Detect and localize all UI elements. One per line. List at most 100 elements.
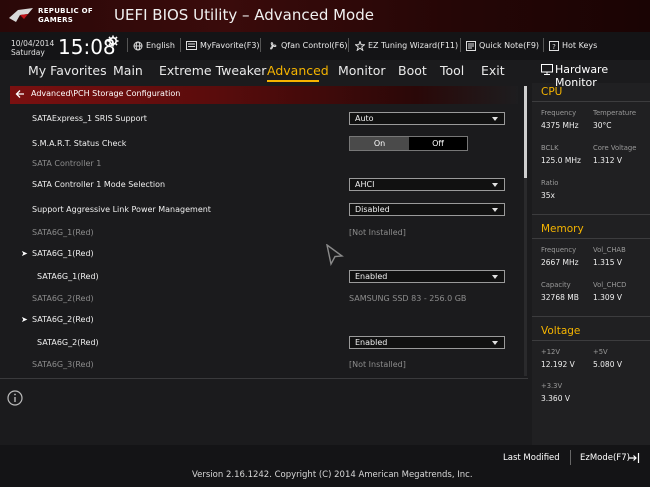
brand-line-2: GAMERS — [38, 16, 74, 24]
v33-value: 3.360 V — [541, 394, 570, 403]
sata6g-1-enable-dropdown[interactable]: Enabled — [349, 270, 505, 283]
sata6g-2-enable-dropdown[interactable]: Enabled — [349, 336, 505, 349]
sata-express-sris-dropdown[interactable]: Auto — [349, 112, 505, 125]
ez-tuning-label: EZ Tuning Wizard(F11) — [368, 41, 459, 50]
ratio-label: Ratio — [541, 179, 559, 187]
v5-value: 5.080 V — [593, 360, 622, 369]
back-arrow-icon[interactable] — [15, 89, 25, 99]
menu-advanced[interactable]: Advanced — [267, 63, 329, 78]
qfan-control-button[interactable]: Qfan Control(F6) — [267, 40, 347, 51]
capacity-label: Capacity — [541, 281, 571, 289]
menu-main[interactable]: Main — [113, 63, 143, 78]
sata6g-1-info-label: SATA6G_1(Red) — [32, 228, 94, 237]
vol-chcd-label: Vol_CHCD — [593, 281, 627, 289]
sata-express-sris-label: SATAExpress_1 SRIS Support — [32, 114, 147, 123]
bclk-label: BCLK — [541, 144, 559, 152]
ezmode-button[interactable]: EzMode(F7) — [580, 453, 630, 463]
info-icon[interactable] — [7, 390, 23, 406]
cpu-temperature-label: Temperature — [593, 109, 637, 117]
mouse-cursor-icon — [326, 244, 344, 266]
bclk-value: 125.0 MHz — [541, 156, 581, 165]
v12-label: +12V — [541, 348, 560, 356]
expand-arrow-icon: ➤ — [21, 249, 28, 258]
cpu-temperature-value: 30°C — [593, 121, 612, 130]
cpu-frequency-value: 4375 MHz — [541, 121, 579, 130]
toggle-off-option[interactable]: Off — [409, 137, 467, 150]
vol-chab-value: 1.315 V — [593, 258, 622, 267]
dropdown-value: AHCI — [355, 180, 375, 189]
alpm-label: Support Aggressive Link Power Management — [32, 205, 211, 214]
rog-logo: REPUBLIC OF GAMERS — [8, 4, 108, 28]
copyright-text: Version 2.16.1242. Copyright (C) 2014 Am… — [192, 470, 473, 480]
memory-frequency-label: Frequency — [541, 246, 577, 254]
dropdown-value: Enabled — [355, 272, 388, 281]
language-label: English — [146, 41, 175, 50]
last-modified-button[interactable]: Last Modified — [503, 453, 560, 463]
quick-note-label: Quick Note(F9) — [479, 41, 540, 50]
brand-line-1: REPUBLIC OF — [38, 7, 93, 15]
capacity-value: 32768 MB — [541, 293, 579, 302]
menu-my-favorites[interactable]: My Favorites — [28, 63, 107, 78]
svg-text:?: ? — [552, 43, 556, 51]
chevron-down-icon — [492, 275, 498, 279]
sata6g-3-info-value: [Not Installed] — [349, 360, 406, 369]
vol-chcd-value: 1.309 V — [593, 293, 622, 302]
sata6g-1-enable-label: SATA6G_1(Red) — [37, 272, 99, 281]
active-tab-indicator — [267, 80, 319, 82]
sata-controller-label: SATA Controller 1 — [32, 159, 102, 168]
globe-icon — [133, 41, 143, 50]
menu-tool[interactable]: Tool — [440, 63, 464, 78]
memory-frequency-value: 2667 MHz — [541, 258, 579, 267]
gear-icon[interactable] — [107, 35, 119, 47]
chevron-down-icon — [492, 117, 498, 121]
divider — [532, 101, 650, 102]
scrollbar-thumb[interactable] — [524, 86, 527, 178]
hardware-monitor-title: Hardware Monitor — [555, 63, 609, 89]
sata6g-1-info-value: [Not Installed] — [349, 228, 406, 237]
day-display: Saturday — [11, 48, 45, 57]
separator — [460, 38, 461, 52]
favorite-list-icon — [186, 41, 197, 50]
menu-boot[interactable]: Boot — [398, 63, 427, 78]
divider — [532, 214, 650, 215]
date-display: 10/04/2014 — [11, 39, 55, 48]
ratio-value: 35x — [541, 191, 555, 200]
sata6g-1-submenu[interactable]: SATA6G_1(Red) — [32, 249, 94, 258]
app-title: UEFI BIOS Utility – Advanced Mode — [114, 6, 374, 24]
dropdown-value: Auto — [355, 114, 374, 123]
language-button[interactable]: English — [133, 40, 175, 51]
smart-status-toggle[interactable]: On Off — [349, 136, 468, 151]
my-favorite-label: MyFavorite(F3) — [200, 41, 260, 50]
toggle-on-option[interactable]: On — [350, 137, 409, 150]
separator — [543, 38, 544, 52]
expand-arrow-icon: ➤ — [21, 315, 28, 324]
ez-tuning-wizard-button[interactable]: EZ Tuning Wizard(F11) — [354, 39, 459, 52]
hotkey-help-icon: ? — [549, 40, 559, 51]
separator — [570, 450, 571, 465]
quick-note-button[interactable]: Quick Note(F9) — [466, 40, 539, 51]
menu-exit[interactable]: Exit — [481, 63, 505, 78]
exit-arrow-icon[interactable] — [628, 452, 640, 464]
separator — [180, 38, 181, 52]
alpm-dropdown[interactable]: Disabled — [349, 203, 505, 216]
v33-label: +3.3V — [541, 382, 563, 390]
hot-keys-label: Hot Keys — [562, 41, 598, 50]
menu-monitor[interactable]: Monitor — [338, 63, 386, 78]
breadcrumb: Advanced\PCH Storage Configuration — [31, 89, 181, 98]
hot-keys-button[interactable]: ? Hot Keys — [549, 40, 597, 51]
tuning-wizard-icon — [354, 39, 366, 52]
divider — [0, 378, 528, 379]
dropdown-value: Enabled — [355, 338, 388, 347]
cpu-frequency-label: Frequency — [541, 109, 577, 117]
footer-bar — [0, 445, 650, 487]
voltage-section-title: Voltage — [541, 325, 581, 337]
sata6g-2-submenu[interactable]: SATA6G_2(Red) — [32, 315, 94, 324]
v12-value: 12.192 V — [541, 360, 575, 369]
sata-controller-mode-dropdown[interactable]: AHCI — [349, 178, 505, 191]
divider — [532, 238, 650, 239]
cpu-section-title: CPU — [541, 86, 563, 98]
fan-icon — [270, 41, 277, 49]
menu-extreme-tweaker[interactable]: Extreme Tweaker — [159, 63, 266, 78]
my-favorite-button[interactable]: MyFavorite(F3) — [186, 40, 260, 51]
vol-chab-label: Vol_CHAB — [593, 246, 626, 254]
